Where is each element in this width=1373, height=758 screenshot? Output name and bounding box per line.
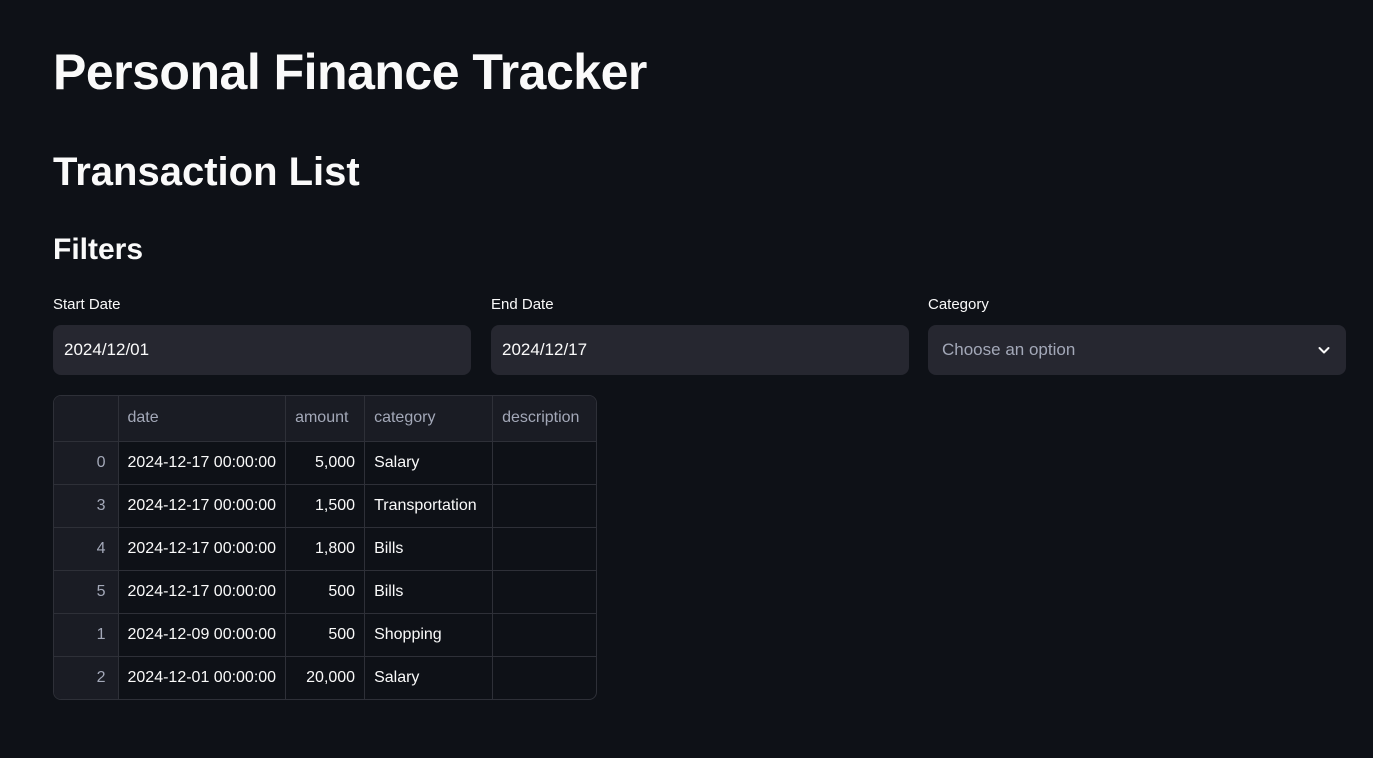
row-index-cell[interactable]: 5 [54,570,119,614]
chevron-down-icon [1316,342,1332,358]
column-header-amount[interactable]: amount [285,396,366,442]
row-index-cell[interactable]: 0 [54,441,119,485]
column-header-date[interactable]: date [118,396,287,442]
category-cell[interactable]: Transportation [364,484,494,528]
description-cell[interactable] [492,613,596,657]
table-row: 1 2024-12-09 00:00:00 500 Shopping [54,613,596,657]
table-row: 3 2024-12-17 00:00:00 1,500 Transportati… [54,484,596,528]
category-select[interactable]: Choose an option [928,325,1346,375]
category-placeholder: Choose an option [942,340,1076,359]
category-cell[interactable]: Bills [364,527,494,571]
section-title: Transaction List [53,150,360,194]
start-date-filter: Start Date 2024/12/01 [53,294,471,375]
amount-cell[interactable]: 5,000 [285,441,366,485]
column-header-category[interactable]: category [364,396,494,442]
amount-cell[interactable]: 500 [285,613,366,657]
column-header-index[interactable] [54,396,119,442]
end-date-input[interactable]: 2024/12/17 [491,325,909,375]
start-date-input[interactable]: 2024/12/01 [53,325,471,375]
category-cell[interactable]: Salary [364,441,494,485]
transactions-table[interactable]: date amount category description 0 2024-… [53,395,597,700]
description-cell[interactable] [492,441,596,485]
date-cell[interactable]: 2024-12-17 00:00:00 [118,484,287,528]
date-cell[interactable]: 2024-12-17 00:00:00 [118,441,287,485]
category-cell[interactable]: Shopping [364,613,494,657]
row-index-cell[interactable]: 3 [54,484,119,528]
column-header-description[interactable]: description [492,396,596,442]
description-cell[interactable] [492,527,596,571]
amount-cell[interactable]: 500 [285,570,366,614]
date-cell[interactable]: 2024-12-17 00:00:00 [118,570,287,614]
app-page: Personal Finance Tracker Transaction Lis… [0,0,1373,758]
category-cell[interactable]: Bills [364,570,494,614]
row-index-cell[interactable]: 4 [54,527,119,571]
category-label: Category [928,296,989,313]
end-date-label: End Date [491,296,554,313]
filters-title: Filters [53,233,144,266]
start-date-label: Start Date [53,296,121,313]
table-row: 4 2024-12-17 00:00:00 1,800 Bills [54,527,596,571]
table-header-row: date amount category description [54,396,596,442]
description-cell[interactable] [492,484,596,528]
amount-cell[interactable]: 1,800 [285,527,366,571]
category-filter: Category Choose an option [928,294,1346,375]
amount-cell[interactable]: 1,500 [285,484,366,528]
table-row: 0 2024-12-17 00:00:00 5,000 Salary [54,441,596,485]
end-date-filter: End Date 2024/12/17 [491,294,909,375]
date-cell[interactable]: 2024-12-09 00:00:00 [118,613,287,657]
table-row: 2 2024-12-01 00:00:00 20,000 Salary [54,656,596,699]
date-cell[interactable]: 2024-12-01 00:00:00 [118,656,287,699]
category-cell[interactable]: Salary [364,656,494,699]
table-row: 5 2024-12-17 00:00:00 500 Bills [54,570,596,614]
row-index-cell[interactable]: 2 [54,656,119,699]
description-cell[interactable] [493,656,596,699]
row-index-cell[interactable]: 1 [54,613,119,657]
app-title: Personal Finance Tracker [53,44,647,100]
description-cell[interactable] [492,570,596,614]
amount-cell[interactable]: 20,000 [285,656,366,699]
date-cell[interactable]: 2024-12-17 00:00:00 [118,527,287,571]
